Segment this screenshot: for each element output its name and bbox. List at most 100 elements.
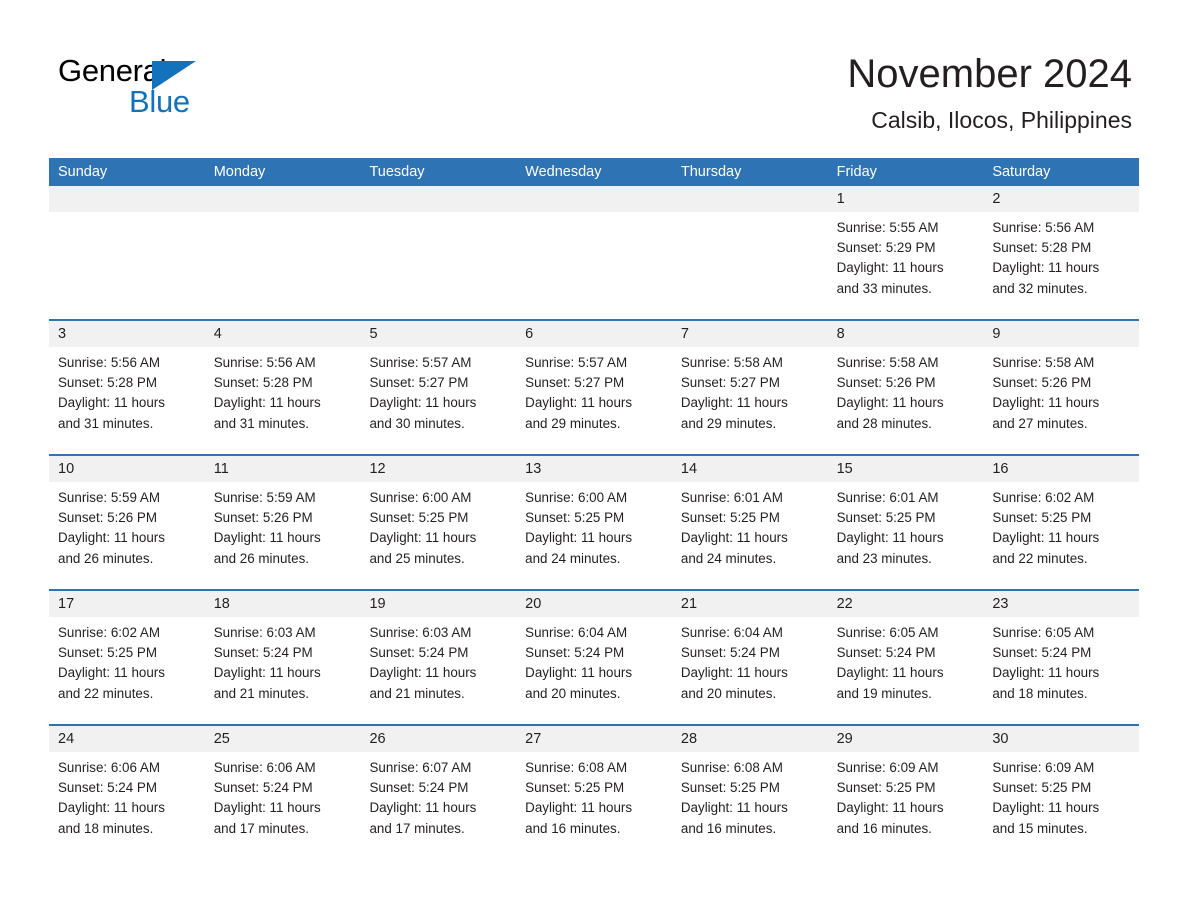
day-cell[interactable]: 16 Sunrise: 6:02 AM Sunset: 5:25 PM Dayligh… bbox=[983, 456, 1140, 589]
sunrise-text: Sunrise: 6:07 AM bbox=[369, 760, 472, 775]
day-cell[interactable]: 7 Sunrise: 5:58 AM Sunset: 5:27 PM Daylight… bbox=[671, 321, 828, 454]
day-cell-empty[interactable] bbox=[204, 186, 361, 319]
page-header: General Blue November 2024 Calsib, Iloco… bbox=[0, 0, 1188, 158]
sunset-text: Sunset: 5:25 PM bbox=[525, 780, 625, 796]
day-details: Sunrise: 6:08 AM Sunset: 5:25 PM Daylight:… bbox=[516, 752, 672, 839]
day-cell[interactable]: 21 Sunrise: 6:04 AM Sunset: 5:24 PM Dayligh… bbox=[671, 591, 828, 724]
sunrise-text: Sunrise: 6:01 AM bbox=[680, 490, 783, 505]
day-cell[interactable]: 6 Sunrise: 5:57 AM Sunset: 5:27 PM Daylight… bbox=[516, 321, 672, 454]
day-number-band: 27 bbox=[516, 726, 672, 752]
daylight-text-line1: Daylight: 11 hours bbox=[992, 800, 1100, 816]
daylight-text-line1: Daylight: 11 hours bbox=[680, 665, 788, 681]
day-number: 22 bbox=[836, 596, 853, 612]
day-number-band: 4 bbox=[204, 321, 361, 347]
day-number: 29 bbox=[836, 731, 853, 747]
day-cell[interactable]: 8 Sunrise: 5:58 AM Sunset: 5:26 PM Daylight… bbox=[827, 321, 984, 454]
sunrise-text: Sunrise: 6:09 AM bbox=[992, 760, 1095, 775]
day-cell[interactable]: 5 Sunrise: 5:57 AM Sunset: 5:27 PM Daylight… bbox=[360, 321, 517, 454]
day-cell[interactable]: 12 Sunrise: 6:00 AM Sunset: 5:25 PM Dayligh… bbox=[360, 456, 517, 589]
day-details: Sunrise: 6:06 AM Sunset: 5:24 PM Daylight:… bbox=[49, 752, 205, 839]
daylight-text-line1: Daylight: 11 hours bbox=[369, 800, 477, 816]
calendar-week-row: 24 Sunrise: 6:06 AM Sunset: 5:24 PM Dayligh… bbox=[49, 724, 1140, 859]
day-cell[interactable]: 25 Sunrise: 6:06 AM Sunset: 5:24 PM Dayligh… bbox=[204, 726, 361, 859]
day-cell[interactable]: 11 Sunrise: 5:59 AM Sunset: 5:26 PM Dayligh… bbox=[204, 456, 361, 589]
day-number: 28 bbox=[680, 731, 698, 747]
sunset-text: Sunset: 5:25 PM bbox=[836, 510, 936, 526]
day-details: Sunrise: 5:59 AM Sunset: 5:26 PM Daylight:… bbox=[49, 482, 205, 569]
day-cell[interactable]: 30 Sunrise: 6:09 AM Sunset: 5:25 PM Dayligh… bbox=[983, 726, 1140, 859]
day-cell-empty[interactable] bbox=[49, 186, 205, 319]
day-cell[interactable]: 27 Sunrise: 6:08 AM Sunset: 5:25 PM Dayligh… bbox=[516, 726, 672, 859]
day-cell[interactable]: 4 Sunrise: 5:56 AM Sunset: 5:28 PM Daylight… bbox=[204, 321, 361, 454]
day-cell[interactable]: 18 Sunrise: 6:03 AM Sunset: 5:24 PM Dayligh… bbox=[204, 591, 361, 724]
sunrise-text: Sunrise: 5:59 AM bbox=[213, 490, 316, 505]
day-number-band: 30 bbox=[983, 726, 1140, 752]
sunset-text: Sunset: 5:25 PM bbox=[369, 510, 469, 526]
day-cell[interactable]: 2 Sunrise: 5:56 AM Sunset: 5:28 PM Daylight… bbox=[983, 186, 1140, 319]
daylight-text-line2: and 22 minutes. bbox=[992, 550, 1088, 566]
sunrise-text: Sunrise: 6:08 AM bbox=[680, 760, 783, 775]
day-cell[interactable]: 23 Sunrise: 6:05 AM Sunset: 5:24 PM Dayligh… bbox=[983, 591, 1140, 724]
day-number-band: 18 bbox=[204, 591, 361, 617]
day-details: Sunrise: 6:00 AM Sunset: 5:25 PM Daylight:… bbox=[360, 482, 516, 569]
day-cell[interactable]: 17 Sunrise: 6:02 AM Sunset: 5:25 PM Dayligh… bbox=[49, 591, 205, 724]
day-number-band: 8 bbox=[827, 321, 984, 347]
sunrise-text: Sunrise: 6:06 AM bbox=[58, 760, 160, 775]
day-cell[interactable]: 13 Sunrise: 6:00 AM Sunset: 5:25 PM Dayligh… bbox=[516, 456, 672, 589]
sunset-text: Sunset: 5:27 PM bbox=[369, 375, 469, 391]
day-cell[interactable]: 10 Sunrise: 5:59 AM Sunset: 5:26 PM Dayligh… bbox=[49, 456, 205, 589]
daylight-text-line1: Daylight: 11 hours bbox=[58, 800, 165, 816]
day-number-band: 1 bbox=[827, 186, 984, 212]
day-cell[interactable]: 15 Sunrise: 6:01 AM Sunset: 5:25 PM Dayligh… bbox=[827, 456, 984, 589]
sunrise-text: Sunrise: 6:03 AM bbox=[213, 625, 316, 640]
day-number-band bbox=[204, 186, 361, 212]
day-number-band: 7 bbox=[671, 321, 828, 347]
sunset-text: Sunset: 5:27 PM bbox=[525, 375, 625, 391]
day-cell[interactable]: 14 Sunrise: 6:01 AM Sunset: 5:25 PM Dayligh… bbox=[671, 456, 828, 589]
day-number-band: 19 bbox=[360, 591, 517, 617]
weekday-header-friday: Friday bbox=[836, 164, 877, 180]
sunrise-text: Sunrise: 5:59 AM bbox=[58, 490, 160, 505]
day-cell[interactable]: 28 Sunrise: 6:08 AM Sunset: 5:25 PM Dayligh… bbox=[671, 726, 828, 859]
daylight-text-line1: Daylight: 11 hours bbox=[58, 665, 165, 681]
day-number: 21 bbox=[680, 596, 698, 612]
day-number: 12 bbox=[369, 461, 386, 477]
day-cell-empty[interactable] bbox=[671, 186, 828, 319]
calendar-weeks: 1 Sunrise: 5:55 AM Sunset: 5:29 PM Daylight… bbox=[49, 186, 1140, 859]
day-details: Sunrise: 5:58 AM Sunset: 5:27 PM Daylight:… bbox=[672, 347, 828, 434]
day-cell[interactable]: 9 Sunrise: 5:58 AM Sunset: 5:26 PM Daylight… bbox=[983, 321, 1140, 454]
day-details: Sunrise: 5:57 AM Sunset: 5:27 PM Daylight:… bbox=[516, 347, 672, 434]
sunset-text: Sunset: 5:24 PM bbox=[680, 645, 780, 661]
day-cell[interactable]: 26 Sunrise: 6:07 AM Sunset: 5:24 PM Dayligh… bbox=[360, 726, 517, 859]
daylight-text-line1: Daylight: 11 hours bbox=[369, 395, 477, 411]
daylight-text-line2: and 25 minutes. bbox=[369, 550, 465, 566]
day-details: Sunrise: 6:09 AM Sunset: 5:25 PM Daylight:… bbox=[828, 752, 984, 839]
sunset-text: Sunset: 5:25 PM bbox=[680, 510, 780, 526]
daylight-text-line2: and 16 minutes. bbox=[836, 820, 932, 836]
sunset-text: Sunset: 5:24 PM bbox=[525, 645, 625, 661]
day-cell[interactable]: 20 Sunrise: 6:04 AM Sunset: 5:24 PM Dayligh… bbox=[516, 591, 672, 724]
daylight-text-line2: and 17 minutes. bbox=[213, 820, 310, 836]
day-number-band: 20 bbox=[516, 591, 672, 617]
day-cell-empty[interactable] bbox=[360, 186, 517, 319]
day-cell[interactable]: 29 Sunrise: 6:09 AM Sunset: 5:25 PM Dayligh… bbox=[827, 726, 984, 859]
calendar-week-row: 10 Sunrise: 5:59 AM Sunset: 5:26 PM Dayligh… bbox=[49, 454, 1140, 589]
day-details: Sunrise: 6:01 AM Sunset: 5:25 PM Daylight:… bbox=[828, 482, 984, 569]
sunrise-text: Sunrise: 6:02 AM bbox=[992, 490, 1095, 505]
day-details: Sunrise: 6:09 AM Sunset: 5:25 PM Daylight:… bbox=[983, 752, 1139, 839]
day-cell[interactable]: 22 Sunrise: 6:05 AM Sunset: 5:24 PM Dayligh… bbox=[827, 591, 984, 724]
sunset-text: Sunset: 5:24 PM bbox=[992, 645, 1092, 661]
day-number-band: 25 bbox=[204, 726, 361, 752]
day-cell-empty[interactable] bbox=[516, 186, 672, 319]
day-cell[interactable]: 24 Sunrise: 6:06 AM Sunset: 5:24 PM Dayligh… bbox=[49, 726, 205, 859]
day-number: 23 bbox=[992, 596, 1009, 612]
day-cell[interactable]: 1 Sunrise: 5:55 AM Sunset: 5:29 PM Daylight… bbox=[827, 186, 984, 319]
sunrise-text: Sunrise: 6:03 AM bbox=[369, 625, 472, 640]
day-number-band: 12 bbox=[360, 456, 517, 482]
sunset-text: Sunset: 5:26 PM bbox=[992, 375, 1092, 391]
day-number: 30 bbox=[992, 731, 1009, 747]
day-number-band: 2 bbox=[983, 186, 1140, 212]
day-cell[interactable]: 19 Sunrise: 6:03 AM Sunset: 5:24 PM Dayligh… bbox=[360, 591, 517, 724]
day-cell[interactable]: 3 Sunrise: 5:56 AM Sunset: 5:28 PM Daylight… bbox=[49, 321, 205, 454]
sunrise-text: Sunrise: 6:01 AM bbox=[836, 490, 939, 505]
